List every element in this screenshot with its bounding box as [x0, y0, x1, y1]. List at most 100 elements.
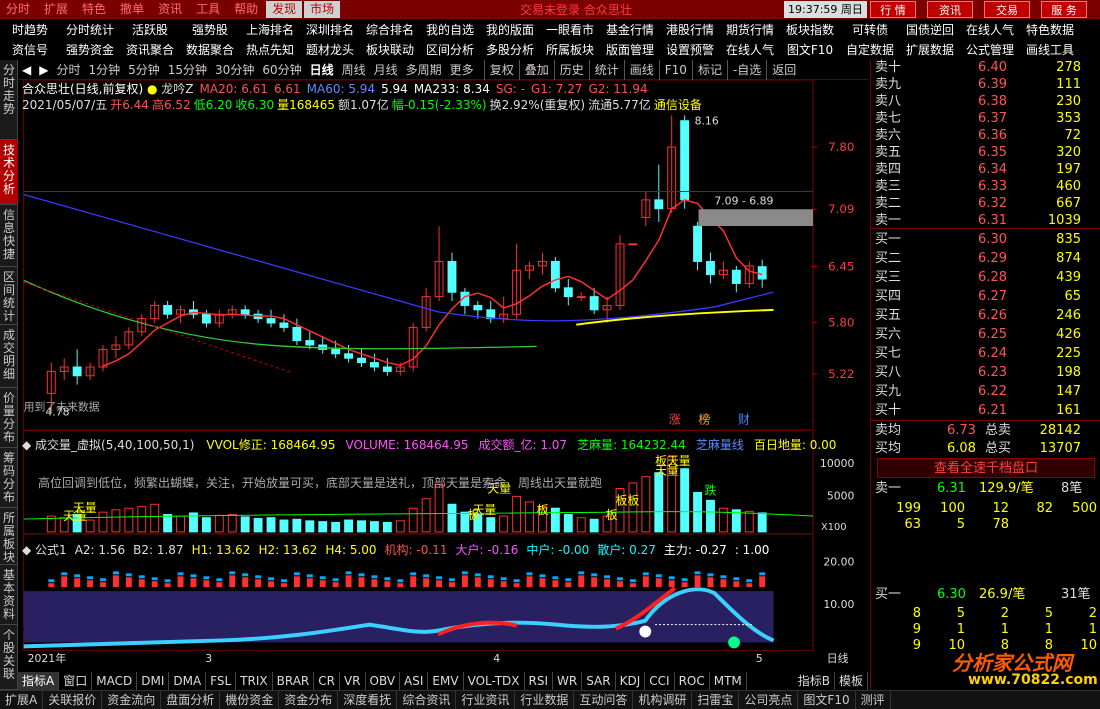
indicator-tab-20[interactable]: MTM	[710, 672, 747, 690]
bid-row[interactable]: 买十 6.21 161	[871, 401, 1100, 421]
period-8[interactable]: 月线	[370, 60, 402, 80]
bid-row[interactable]: 买七 6.24 225	[871, 344, 1100, 364]
indicator-tab-16[interactable]: SAR	[582, 672, 616, 690]
menu-item-0-15[interactable]: 国债逆回	[900, 20, 960, 40]
left-nav-5[interactable]: 价量分布	[0, 388, 18, 448]
bottom-tab-9[interactable]: 行业数据	[515, 690, 575, 709]
indicator-tab-19[interactable]: ROC	[675, 672, 710, 690]
menu-item-1-15[interactable]: 扩展数据	[900, 40, 960, 60]
nav-right-icon[interactable]: ▶	[35, 60, 52, 80]
left-nav-1[interactable]: 技术分析	[0, 140, 18, 205]
menu-item-0-9[interactable]: 一眼看市	[540, 20, 600, 40]
indicator-tab-14[interactable]: RSI	[525, 672, 554, 690]
indicator-tab-9[interactable]: VR	[340, 672, 366, 690]
indicator-tab-18[interactable]: CCI	[645, 672, 675, 690]
bottom-tab-7[interactable]: 综合资讯	[397, 690, 457, 709]
left-nav-7[interactable]: 所属板块	[0, 508, 18, 565]
tool-4[interactable]: 画线	[623, 59, 659, 80]
indicator-tab-10[interactable]: OBV	[366, 672, 401, 690]
menu-item-1-8[interactable]: 多股分析	[480, 40, 540, 60]
full-book-button[interactable]: 查看全速千档盘口	[877, 458, 1095, 478]
menu-item-0-5[interactable]: 深圳排名	[300, 20, 360, 40]
period-3[interactable]: 15分钟	[164, 60, 211, 80]
menu-item-1-17[interactable]: 画线工具	[1020, 40, 1080, 60]
top-button-1[interactable]: 资讯	[927, 1, 973, 18]
indicator-tab-8[interactable]: CR	[314, 672, 340, 690]
period-10[interactable]: 更多	[446, 60, 478, 80]
bid-row[interactable]: 买三 6.28 439	[871, 268, 1100, 288]
left-nav-4[interactable]: 成交明细	[0, 325, 18, 388]
period-2[interactable]: 5分钟	[124, 60, 164, 80]
menu-item-0-10[interactable]: 基金行情	[600, 20, 660, 40]
bid-row[interactable]: 买二 6.29 874	[871, 249, 1100, 269]
menu-item-0-13[interactable]: 板块指数	[780, 20, 840, 40]
period-1[interactable]: 1分钟	[84, 60, 124, 80]
bid-row[interactable]: 买四 6.27 65	[871, 287, 1100, 307]
menu-item-1-6[interactable]: 板块联动	[360, 40, 420, 60]
bottom-tab-8[interactable]: 行业资讯	[456, 690, 516, 709]
bottom-tab-13[interactable]: 公司亮点	[739, 690, 799, 709]
bottom-tab-10[interactable]: 互动问答	[574, 690, 634, 709]
indicator-tab-1[interactable]: 窗口	[59, 672, 93, 690]
left-nav-2[interactable]: 信息快捷	[0, 205, 18, 267]
kline-chart[interactable]: 7.807.096.455.805.227.09 - 6.898.164.78用…	[18, 80, 868, 672]
indicator-tab-12[interactable]: EMV	[428, 672, 464, 690]
menu-item-1-13[interactable]: 图文F10	[780, 40, 840, 60]
menu-item-0-1[interactable]: 分时统计	[60, 20, 120, 40]
bid-row[interactable]: 买五 6.26 246	[871, 306, 1100, 326]
indicator-tab-11[interactable]: ASI	[400, 672, 429, 690]
tool-1[interactable]: 叠加	[518, 59, 554, 80]
bottom-tab-3[interactable]: 盘面分析	[161, 690, 221, 709]
period-7[interactable]: 周线	[338, 60, 370, 80]
indicator-tab-0[interactable]: 指标A	[18, 672, 60, 690]
top-button-0[interactable]: 行 情	[870, 1, 916, 18]
indicator-tab-4[interactable]: DMA	[169, 672, 207, 690]
indicator-tab-7[interactable]: BRAR	[273, 672, 315, 690]
top-tab-2[interactable]: 特色	[76, 1, 112, 18]
indicator-tab-17[interactable]: KDJ	[616, 672, 646, 690]
bottom-tab-14[interactable]: 图文F10	[798, 690, 856, 709]
tool-3[interactable]: 统计	[588, 59, 624, 80]
top-tab-3[interactable]: 撤单	[114, 1, 150, 18]
period-5[interactable]: 60分钟	[258, 60, 305, 80]
period-0[interactable]: 分时	[52, 60, 84, 80]
menu-item-1-16[interactable]: 公式管理	[960, 40, 1020, 60]
menu-item-1-0[interactable]: 资信号	[0, 40, 60, 60]
left-nav-8[interactable]: 基本资料	[0, 565, 18, 625]
bottom-tab-12[interactable]: 扫雷宝	[692, 690, 740, 709]
top-tab-4[interactable]: 资讯	[152, 1, 188, 18]
menu-item-0-12[interactable]: 期货行情	[720, 20, 780, 40]
tool-5[interactable]: F10	[658, 59, 692, 80]
menu-item-0-11[interactable]: 港股行情	[660, 20, 720, 40]
left-nav-0[interactable]: 分时走势	[0, 60, 18, 140]
tool-2[interactable]: 历史	[553, 59, 589, 80]
top-tab-8[interactable]: 市场	[304, 1, 341, 18]
menu-item-0-17[interactable]: 特色数据	[1020, 20, 1080, 40]
menu-item-0-16[interactable]: 在线人气	[960, 20, 1020, 40]
bottom-tab-6[interactable]: 深度看抚	[338, 690, 398, 709]
indicator-tab-13[interactable]: VOL-TDX	[464, 672, 525, 690]
indicator-tab-3[interactable]: DMI	[137, 672, 170, 690]
menu-item-0-4[interactable]: 上海排名	[240, 20, 300, 40]
top-button-2[interactable]: 交易	[984, 1, 1030, 18]
top-tab-0[interactable]: 分时	[0, 1, 36, 18]
left-nav-9[interactable]: 个股关联	[0, 625, 18, 690]
indicator-tab-right-1[interactable]: 模板	[835, 672, 868, 690]
menu-item-1-1[interactable]: 强势资金	[60, 40, 120, 60]
menu-item-0-8[interactable]: 我的版面	[480, 20, 540, 40]
tool-7[interactable]: -自选	[726, 59, 766, 80]
menu-item-1-4[interactable]: 热点先知	[240, 40, 300, 60]
menu-item-1-5[interactable]: 题材龙头	[300, 40, 360, 60]
tool-0[interactable]: 复权	[483, 59, 519, 80]
menu-item-0-6[interactable]: 综合排名	[360, 20, 420, 40]
menu-item-1-12[interactable]: 在线人气	[720, 40, 780, 60]
menu-item-1-3[interactable]: 数据聚合	[180, 40, 240, 60]
menu-item-1-9[interactable]: 所属板块	[540, 40, 600, 60]
menu-item-1-14[interactable]: 自定数据	[840, 40, 900, 60]
menu-item-1-2[interactable]: 资讯聚合	[120, 40, 180, 60]
menu-item-1-10[interactable]: 版面管理	[600, 40, 660, 60]
tool-6[interactable]: 标记	[691, 59, 727, 80]
indicator-tab-2[interactable]: MACD	[92, 672, 138, 690]
indicator-tab-right-0[interactable]: 指标B	[794, 672, 835, 690]
left-nav-3[interactable]: 区间统计	[0, 267, 18, 325]
